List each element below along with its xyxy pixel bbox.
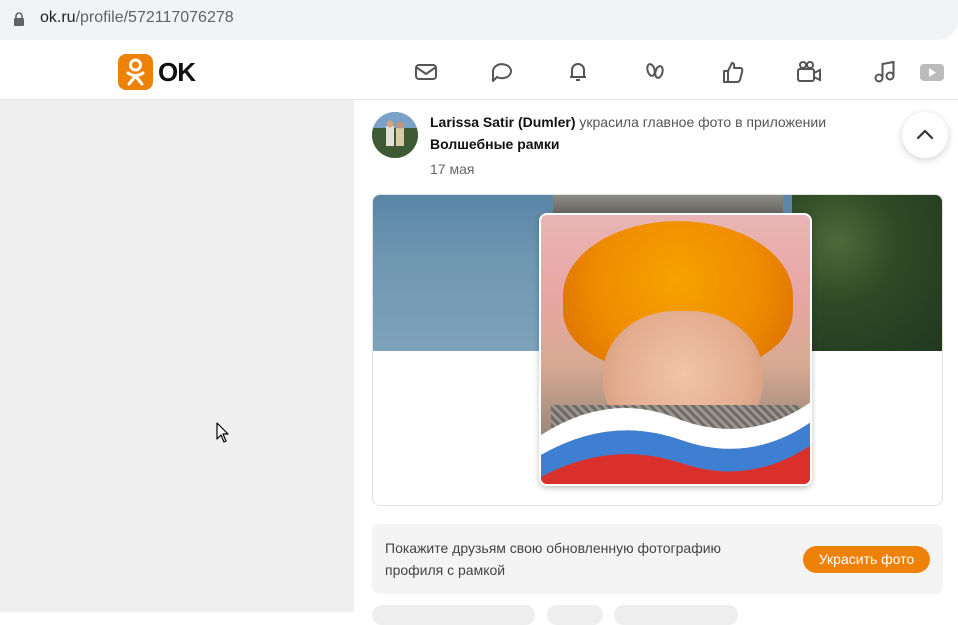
ok-logo-icon[interactable] [118,54,153,90]
mouse-cursor-icon [216,422,229,443]
decorate-photo-button[interactable]: Украсить фото [803,546,930,573]
url-field[interactable]: ok.ru/profile/572117076278 [0,0,958,40]
post-date: 17 мая [430,161,475,177]
avatar[interactable] [372,112,418,158]
framed-profile-photo[interactable] [539,213,812,486]
music-icon[interactable] [871,58,899,86]
discussions-icon[interactable] [488,58,516,86]
notifications-icon[interactable] [564,58,592,86]
url-host: ok.ru [40,9,76,26]
feed: Larissa Satir (Dumler) украсила главное … [354,100,958,625]
share-chip[interactable] [547,605,603,625]
messages-icon[interactable] [412,58,440,86]
post-author-link[interactable]: Larissa Satir (Dumler) [430,114,576,130]
like-chip[interactable] [614,605,738,625]
logo-text[interactable]: OK [158,57,196,88]
site-header: OK [0,44,958,100]
events-icon[interactable] [719,58,747,86]
guests-icon[interactable] [641,58,669,86]
video-icon[interactable] [795,58,823,86]
url-path: /profile/572117076278 [75,9,234,26]
left-sidebar [0,100,354,612]
promo-text: Покажите друзьям свою обновленную фотогр… [385,540,722,578]
browser-address-bar: ok.ru/profile/572117076278 [0,0,958,44]
chevron-up-icon [916,129,934,140]
url-text: ok.ru/profile/572117076278 [40,9,234,27]
promo-banner: Покажите друзьям свою обновленную фотогр… [372,524,943,594]
video-tab-icon[interactable] [916,58,946,86]
russian-flag-frame-icon [541,402,810,484]
scroll-to-top-button[interactable] [902,112,948,158]
post-header: Larissa Satir (Dumler) украсила главное … [430,114,826,130]
post-photo-card[interactable] [372,194,943,506]
post-app-link[interactable]: Волшебные рамки [430,136,560,152]
lock-icon [14,12,24,26]
cover-photo-trees [792,195,942,351]
post-action-text: украсила главное фото в приложении [579,114,827,130]
comment-chip[interactable] [372,605,535,625]
